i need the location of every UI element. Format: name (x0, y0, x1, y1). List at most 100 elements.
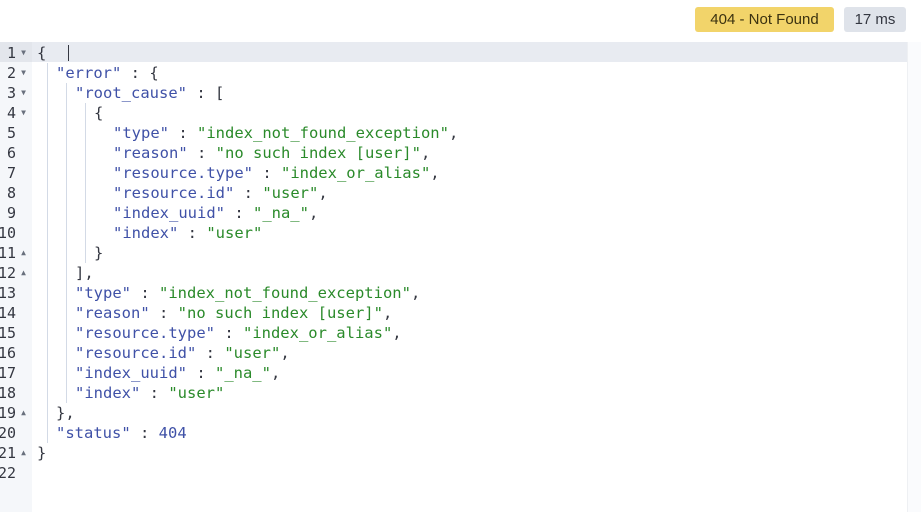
fold-expanded-icon[interactable]: ▼ (21, 63, 26, 83)
json-punctuation: , (382, 304, 393, 322)
line-number-text: 16 (0, 344, 16, 362)
fold-end-icon[interactable]: ▲ (21, 263, 26, 283)
line-number-text: 12 (0, 264, 16, 282)
line-number-text: 7 (6, 164, 16, 182)
response-toolbar: 404 - Not Found 17 ms (0, 0, 921, 42)
json-punctuation: : (149, 304, 178, 322)
line-number-text: 4 (6, 104, 16, 122)
json-punctuation: , (318, 184, 328, 202)
line-number-text: 1 (6, 44, 16, 62)
line-number-text: 17 (0, 364, 16, 382)
line-number: 12 ▲ (0, 263, 32, 283)
json-string: "user" (262, 184, 319, 202)
code-area[interactable]: {"error" : {"root_cause" : [{"type" : "i… (32, 42, 907, 512)
line-number-text: 8 (6, 184, 16, 202)
json-punctuation: } (37, 444, 47, 462)
line-number-text: 2 (6, 64, 16, 82)
line-number-text: 9 (6, 204, 16, 222)
json-key: "reason" (75, 304, 150, 322)
json-punctuation: { (37, 44, 47, 62)
line-number: 21 ▲ (0, 443, 32, 463)
line-number-text: 18 (0, 384, 16, 402)
json-key: "index_uuid" (75, 364, 187, 382)
json-punctuation: , (430, 164, 440, 182)
vertical-scrollbar[interactable] (907, 42, 921, 512)
json-punctuation: , (270, 364, 281, 382)
fold-expanded-icon[interactable]: ▼ (21, 103, 26, 123)
fold-expanded-icon[interactable]: ▼ (21, 83, 26, 103)
code-line: "error" : { (56, 63, 159, 83)
code-line: "index" : "user" (75, 383, 224, 403)
json-string: "user" (168, 384, 225, 402)
code-line: } (37, 443, 46, 463)
line-number: 17 (0, 363, 32, 383)
status-badge: 404 - Not Found (695, 7, 834, 32)
json-punctuation: , (280, 344, 290, 362)
line-number-text: 3 (6, 84, 16, 102)
json-string: "index_not_found_exception" (159, 284, 411, 302)
json-punctuation: : (214, 324, 243, 342)
json-punctuation: , (392, 324, 402, 342)
json-string: "no such index [user]" (215, 144, 421, 162)
json-punctuation: , (448, 124, 459, 142)
json-key: "index" (75, 384, 141, 402)
json-punctuation: : (178, 224, 207, 242)
code-line: "resource.id" : "user", (75, 343, 290, 363)
json-punctuation: } (94, 244, 104, 262)
code-line: "index" : "user" (113, 223, 262, 243)
json-string: "user" (224, 344, 281, 362)
json-key: "resource.type" (113, 164, 253, 182)
json-key: "index" (113, 224, 179, 242)
json-string: "index_or_alias" (280, 164, 431, 182)
json-key: "reason" (113, 144, 188, 162)
indent-guide (66, 83, 67, 403)
line-number: 7 (0, 163, 32, 183)
json-punctuation: , (308, 204, 319, 222)
line-number: 22 (0, 463, 32, 483)
json-punctuation: , (420, 144, 431, 162)
line-number: 14 (0, 303, 32, 323)
fold-end-icon[interactable]: ▲ (21, 443, 26, 463)
line-number: 4 ▼ (0, 103, 32, 123)
line-number: 6 (0, 143, 32, 163)
code-line: { (94, 103, 103, 123)
line-number: 18 (0, 383, 32, 403)
line-number: 11 ▲ (0, 243, 32, 263)
fold-end-icon[interactable]: ▲ (21, 243, 26, 263)
code-line: "resource.type" : "index_or_alias", (75, 323, 402, 343)
json-key: "resource.type" (75, 324, 215, 342)
line-number: 5 (0, 123, 32, 143)
code-line: }, (56, 403, 75, 423)
code-line: "reason" : "no such index [user]", (113, 143, 430, 163)
code-line: "root_cause" : [ (75, 83, 224, 103)
line-number-text: 14 (0, 304, 16, 322)
json-punctuation: : (140, 384, 169, 402)
response-editor[interactable]: 1 ▼ 2 ▼ 3 ▼ 4 ▼ 5 6 7 8 9 10 11 ▲ 12 ▲ 13 14 15 16 17 18 19 ▲ 20 21… (0, 42, 921, 512)
fold-end-icon[interactable]: ▲ (21, 403, 26, 423)
code-line: "index_uuid" : "_na_", (113, 203, 318, 223)
json-punctuation: : (131, 284, 159, 302)
line-number: 9 (0, 203, 32, 223)
json-string: "no such index [user]" (177, 304, 383, 322)
json-punctuation: : (234, 184, 263, 202)
indent-guide (85, 103, 86, 263)
line-number-gutter: 1 ▼ 2 ▼ 3 ▼ 4 ▼ 5 6 7 8 9 10 11 ▲ 12 ▲ 13 14 15 16 17 18 19 ▲ 20 21… (0, 42, 32, 512)
json-key: "resource.id" (113, 184, 235, 202)
json-key: "error" (56, 64, 122, 82)
code-line: "resource.type" : "index_or_alias", (113, 163, 440, 183)
json-key: "root_cause" (75, 84, 187, 102)
code-line: } (94, 243, 103, 263)
code-line: "type" : "index_not_found_exception", (75, 283, 420, 303)
json-string: "index_or_alias" (242, 324, 393, 342)
fold-expanded-icon[interactable]: ▼ (21, 43, 26, 63)
line-number-text: 11 (0, 244, 16, 262)
indent-guide (47, 63, 48, 443)
code-line: ], (75, 263, 94, 283)
json-key: "status" (56, 424, 131, 442)
line-number: 16 (0, 343, 32, 363)
json-key: "type" (113, 124, 169, 142)
json-punctuation: { (94, 104, 104, 122)
json-punctuation: ], (75, 264, 94, 282)
line-number-text: 6 (6, 144, 16, 162)
json-punctuation: : (130, 424, 159, 442)
